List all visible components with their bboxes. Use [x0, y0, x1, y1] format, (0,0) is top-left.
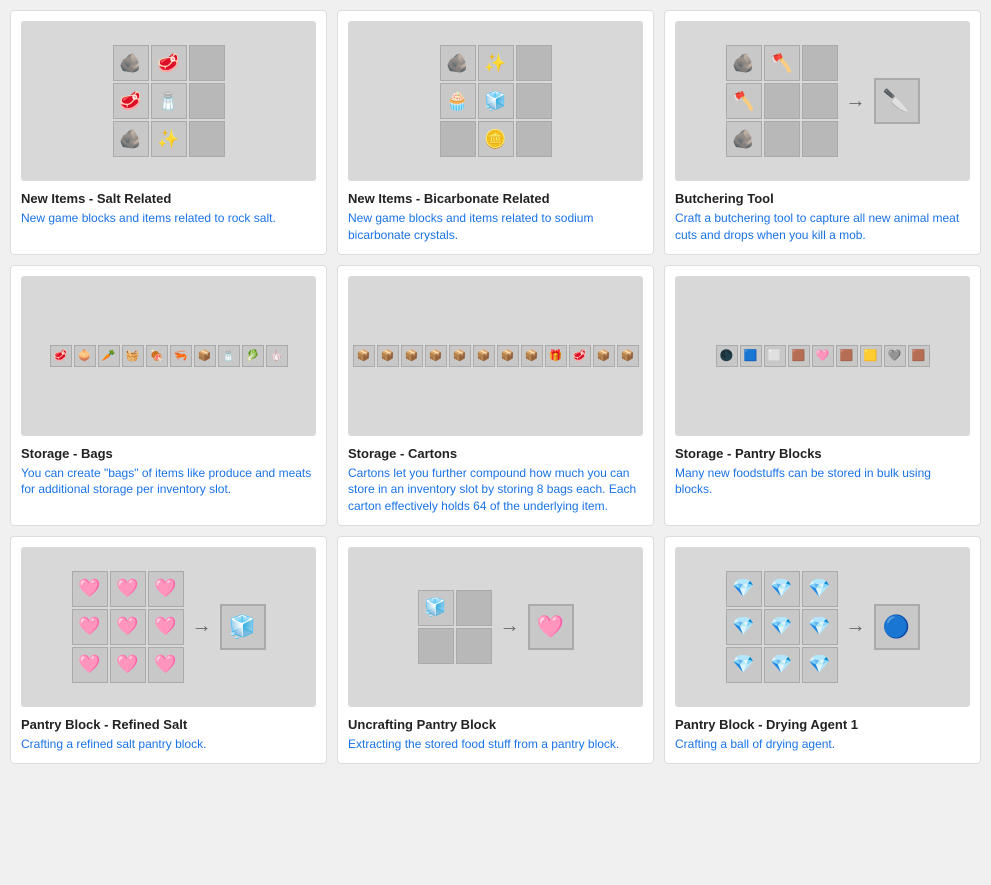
pantry-block-refined-salt-desc: Crafting a refined salt pantry block. — [21, 736, 316, 753]
card-grid: 🪨🥩🥩🧂🪨✨ New Items - Salt Related New game b… — [10, 10, 981, 764]
new-items-salt-image: 🪨🥩🥩🧂🪨✨ — [21, 21, 316, 181]
butchering-tool-desc: Craft a butchering tool to capture all n… — [675, 210, 970, 244]
card-new-items-salt: 🪨🥩🥩🧂🪨✨ New Items - Salt Related New game b… — [10, 10, 327, 255]
card-storage-cartons: 📦📦📦📦📦📦📦📦🎁🥩📦📦 Storage - Cartons Cartons let… — [337, 265, 654, 526]
storage-bags-desc: You can create "bags" of items like prod… — [21, 465, 316, 499]
card-pantry-block-refined-salt: 🩷🩷🩷🩷🩷🩷🩷🩷🩷→🧊 Pantry Block - Refined Salt Cr… — [10, 536, 327, 764]
new-items-bicarb-image: 🪨✨🧁🧊🪙 — [348, 21, 643, 181]
pantry-block-drying-agent-desc: Crafting a ball of drying agent. — [675, 736, 970, 753]
card-storage-pantry-blocks: 🌑🟦⬜🟫🩷🟫🟨🩶🟫 Storage - Pantry Blocks Many new… — [664, 265, 981, 526]
storage-cartons-desc: Cartons let you further compound how muc… — [348, 465, 643, 515]
butchering-tool-image: 🪨🪓🪓🪨→🔪 — [675, 21, 970, 181]
uncrafting-pantry-block-image: 🧊→🩷 — [348, 547, 643, 707]
storage-bags-image: 🥩🧅🥕🧺🍖🦐📦🧂🥬🧄 — [21, 276, 316, 436]
new-items-salt-desc: New game blocks and items related to roc… — [21, 210, 316, 227]
pantry-block-refined-salt-title: Pantry Block - Refined Salt — [21, 717, 316, 732]
card-pantry-block-drying-agent: 💎💎💎💎💎💎💎💎💎→🔵 Pantry Block - Drying Agent 1… — [664, 536, 981, 764]
uncrafting-pantry-block-title: Uncrafting Pantry Block — [348, 717, 643, 732]
new-items-salt-title: New Items - Salt Related — [21, 191, 316, 206]
new-items-bicarb-title: New Items - Bicarbonate Related — [348, 191, 643, 206]
uncrafting-pantry-block-desc: Extracting the stored food stuff from a … — [348, 736, 643, 753]
pantry-block-refined-salt-image: 🩷🩷🩷🩷🩷🩷🩷🩷🩷→🧊 — [21, 547, 316, 707]
card-butchering-tool: 🪨🪓🪓🪨→🔪 Butchering Tool Craft a butchering … — [664, 10, 981, 255]
storage-cartons-image: 📦📦📦📦📦📦📦📦🎁🥩📦📦 — [348, 276, 643, 436]
pantry-block-drying-agent-image: 💎💎💎💎💎💎💎💎💎→🔵 — [675, 547, 970, 707]
storage-pantry-blocks-title: Storage - Pantry Blocks — [675, 446, 970, 461]
card-storage-bags: 🥩🧅🥕🧺🍖🦐📦🧂🥬🧄 Storage - Bags You can create "… — [10, 265, 327, 526]
pantry-block-drying-agent-title: Pantry Block - Drying Agent 1 — [675, 717, 970, 732]
storage-pantry-blocks-image: 🌑🟦⬜🟫🩷🟫🟨🩶🟫 — [675, 276, 970, 436]
storage-pantry-blocks-desc: Many new foodstuffs can be stored in bul… — [675, 465, 970, 499]
new-items-bicarb-desc: New game blocks and items related to sod… — [348, 210, 643, 244]
butchering-tool-title: Butchering Tool — [675, 191, 970, 206]
card-new-items-bicarb: 🪨✨🧁🧊🪙 New Items - Bicarbonate Related New … — [337, 10, 654, 255]
storage-bags-title: Storage - Bags — [21, 446, 316, 461]
storage-cartons-title: Storage - Cartons — [348, 446, 643, 461]
card-uncrafting-pantry-block: 🧊→🩷 Uncrafting Pantry Block Extracting the… — [337, 536, 654, 764]
